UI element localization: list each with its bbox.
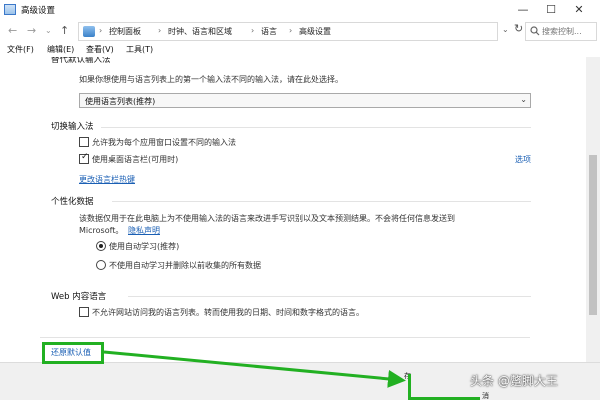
forward-arrow-icon[interactable]: → <box>27 24 36 37</box>
checkbox-label: 使用桌面语言栏(可用时) <box>92 155 179 164</box>
scrollbar-thumb[interactable] <box>589 155 597 315</box>
menu-bar: 文件(F) 编辑(E) 查看(V) 工具(T) <box>0 43 600 57</box>
divider <box>112 201 531 202</box>
window-title: 高级设置 <box>21 6 56 16</box>
section-heading: Web 内容语言 <box>51 292 107 302</box>
checkbox-label: 允许我为每个应用窗口设置不同的输入法 <box>92 138 236 147</box>
close-button[interactable]: ✕ <box>566 0 592 20</box>
highlight-box <box>42 342 104 364</box>
recent-locations-chevron-icon[interactable]: ⌄ <box>45 26 52 35</box>
up-arrow-icon[interactable]: ↑ <box>60 24 69 37</box>
dropdown-selected-value: 使用语言列表(推荐) <box>85 97 156 106</box>
default-input-dropdown[interactable]: 使用语言列表(推荐) ⌄ <box>79 93 531 108</box>
search-input[interactable] <box>542 25 594 38</box>
breadcrumb[interactable]: › 控制面板 › 时钟、语言和区域 › 语言 › 高级设置 <box>78 22 498 41</box>
minimize-button[interactable]: — <box>510 0 536 20</box>
divider <box>128 296 531 297</box>
breadcrumb-item[interactable]: 控制面板 <box>109 26 141 37</box>
language-bar-checkbox[interactable]: ✓ <box>79 152 89 164</box>
check-icon: ✓ <box>81 152 89 162</box>
control-panel-icon <box>4 4 16 15</box>
search-icon <box>530 26 540 36</box>
chevron-right-icon[interactable]: › <box>158 26 161 35</box>
chevron-right-icon[interactable]: › <box>99 26 102 35</box>
block-language-list-checkbox[interactable] <box>79 307 89 317</box>
change-hotkeys-link[interactable]: 更改语言栏热键 <box>79 174 135 185</box>
radio-selected-dot <box>99 244 103 248</box>
section-heading: 替代默认输入法 <box>51 57 111 65</box>
title-bar: 高级设置 — ☐ ✕ <box>0 0 600 20</box>
chevron-down-icon: ⌄ <box>520 95 527 104</box>
search-box[interactable] <box>525 22 597 41</box>
breadcrumb-item[interactable]: 语言 <box>261 26 277 37</box>
privacy-statement-link[interactable]: 隐私声明 <box>128 225 160 236</box>
chevron-right-icon[interactable]: › <box>251 26 254 35</box>
back-arrow-icon[interactable]: ← <box>8 24 17 37</box>
options-link[interactable]: 选项 <box>515 154 531 165</box>
menu-view[interactable]: 查看(V) <box>86 44 114 55</box>
chevron-right-icon[interactable]: › <box>289 26 292 35</box>
divider <box>40 337 530 338</box>
per-app-input-checkbox[interactable] <box>79 137 89 147</box>
section-description: 如果你想使用与语言列表上的第一个输入法不同的输入法，请在此处选择。 <box>79 75 343 84</box>
breadcrumb-item[interactable]: 高级设置 <box>299 26 331 37</box>
menu-file[interactable]: 文件(F) <box>7 44 34 55</box>
radio-label: 不使用自动学习并删除以前收集的所有数据 <box>109 261 261 270</box>
section-heading: 切换输入法 <box>51 122 94 132</box>
cancel-button[interactable]: 消 <box>482 391 489 400</box>
address-bar: ← → ⌄ ↑ › 控制面板 › 时钟、语言和区域 › 语言 › 高级设置 ⌄ … <box>0 20 600 43</box>
maximize-button[interactable]: ☐ <box>538 0 564 20</box>
address-dropdown-chevron-icon[interactable]: ⌄ <box>502 25 509 34</box>
section-description: Microsoft。 <box>79 226 124 235</box>
breadcrumb-item[interactable]: 时钟、语言和区域 <box>168 26 232 37</box>
watermark: 头条 @蹩脚大王 <box>470 374 558 388</box>
radio-label: 使用自动学习(推荐) <box>109 242 180 251</box>
section-description: 该数据仅用于在此电脑上为不使用输入法的语言来改进手写识别以及文本预测结果。不会将… <box>79 214 455 223</box>
control-panel-icon <box>83 26 95 37</box>
auto-learn-radio[interactable] <box>96 241 106 251</box>
section-heading: 个性化数据 <box>51 197 94 207</box>
vertical-scrollbar[interactable] <box>586 57 600 362</box>
refresh-icon[interactable]: ↻ <box>514 22 523 35</box>
no-auto-learn-radio[interactable] <box>96 260 106 270</box>
settings-content: 替代默认输入法 如果你想使用与语言列表上的第一个输入法不同的输入法，请在此处选择… <box>0 57 586 362</box>
divider <box>101 127 531 128</box>
menu-edit[interactable]: 编辑(E) <box>47 44 74 55</box>
checkbox-label: 不允许网站访问我的语言列表。转而使用我的日期、时间和数字格式的语言。 <box>92 308 364 317</box>
menu-tools[interactable]: 工具(T) <box>126 44 153 55</box>
